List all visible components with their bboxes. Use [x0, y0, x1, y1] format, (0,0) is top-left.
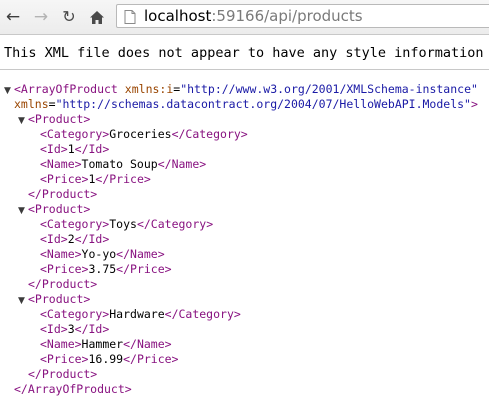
- xml-attr-value: "http://schemas.datacontract.org/2004/07…: [55, 97, 471, 111]
- xml-open-tag: <Category>: [40, 127, 110, 141]
- collapse-triangle-icon[interactable]: ▼: [18, 204, 28, 219]
- xml-close-tag: </ArrayOfProduct>: [14, 382, 132, 396]
- product-category: Hardware: [109, 307, 165, 321]
- xml-category-node: <Category>Groceries</Category>: [40, 127, 248, 142]
- browser-toolbar: ← → ↻ localhost:59166/api/products: [0, 0, 489, 35]
- xml-open-tag: <Price>: [40, 262, 89, 276]
- page-icon: [124, 9, 136, 28]
- xml-no-style-notice: This XML file does not appear to have an…: [4, 45, 489, 61]
- page-content: This XML file does not appear to have an…: [0, 35, 489, 407]
- xml-close-tag: </Product>: [28, 367, 98, 381]
- xml-root-tag-end: >: [470, 97, 478, 111]
- product-price: 3.75: [88, 262, 117, 276]
- xml-open-tag: <Category>: [40, 217, 110, 231]
- product-category: Toys: [109, 217, 137, 231]
- xml-close-tag: </Name>: [123, 337, 172, 351]
- product-id: 3: [67, 322, 75, 336]
- xml-close-tag: </Category>: [171, 127, 248, 141]
- xml-open-tag: <Product>: [28, 292, 91, 306]
- xml-id-node: <Id>1</Id>: [40, 142, 109, 157]
- xml-attr-value: "http://www.w3.org/2001/XMLSchema-instan…: [180, 82, 478, 96]
- xml-root-close: </ArrayOfProduct>: [14, 382, 132, 397]
- address-bar[interactable]: localhost:59166/api/products: [116, 4, 489, 28]
- xml-category-node: <Category>Toys</Category>: [40, 217, 213, 232]
- product-price: 16.99: [88, 352, 124, 366]
- url-path: :59166/api/products: [211, 7, 363, 25]
- xml-open-tag: <Name>: [40, 337, 82, 351]
- xml-open-tag: <Product>: [28, 112, 91, 126]
- forward-arrow-icon[interactable]: →: [30, 6, 52, 28]
- xml-open-tag: <Name>: [40, 157, 82, 171]
- xml-open-tag: <Id>: [40, 322, 68, 336]
- xml-product-close: </Product>: [28, 367, 97, 382]
- product-id: 1: [67, 142, 75, 156]
- xml-open-tag: <Price>: [40, 352, 89, 366]
- xml-close-tag: </Product>: [28, 187, 98, 201]
- xml-root-open[interactable]: ▼ <ArrayOfProduct xmlns:i="http://www.w3.…: [4, 82, 478, 97]
- xml-close-tag: </Price>: [116, 262, 172, 276]
- xml-root-ns-line: xmlns="http://schemas.datacontract.org/2…: [14, 97, 478, 112]
- xml-close-tag: </Product>: [28, 277, 98, 291]
- reload-icon[interactable]: ↻: [58, 6, 80, 28]
- xml-close-tag: </Price>: [95, 172, 151, 186]
- xml-open-tag: <Price>: [40, 172, 89, 186]
- xml-close-tag: </Price>: [123, 352, 179, 366]
- xml-product-open[interactable]: ▼ <Product>: [18, 202, 90, 217]
- xml-close-tag: </Id>: [74, 142, 110, 156]
- collapse-triangle-icon[interactable]: ▼: [18, 114, 28, 129]
- xml-close-tag: </Name>: [157, 157, 207, 171]
- xml-close-tag: </Id>: [74, 322, 110, 336]
- xml-product-open[interactable]: ▼ <Product>: [18, 292, 90, 307]
- collapse-triangle-icon[interactable]: ▼: [18, 294, 28, 309]
- xml-attr-name: xmlns: [14, 97, 49, 111]
- xml-attr-name: xmlns:i: [124, 82, 174, 96]
- product-name: Yo-yo: [81, 247, 117, 261]
- xml-close-tag: </Name>: [116, 247, 165, 261]
- xml-name-node: <Name>Hammer</Name>: [40, 337, 172, 352]
- xml-id-node: <Id>2</Id>: [40, 232, 109, 247]
- xml-price-node: <Price>3.75</Price>: [40, 262, 172, 277]
- xml-price-node: <Price>16.99</Price>: [40, 352, 178, 367]
- notice-divider: [0, 69, 489, 70]
- xml-product-open[interactable]: ▼ <Product>: [18, 112, 90, 127]
- xml-category-node: <Category>Hardware</Category>: [40, 307, 241, 322]
- home-icon[interactable]: [86, 6, 108, 28]
- back-arrow-icon[interactable]: ←: [2, 6, 24, 28]
- xml-close-tag: </Category>: [136, 217, 214, 231]
- xml-id-node: <Id>3</Id>: [40, 322, 109, 337]
- xml-price-node: <Price>1</Price>: [40, 172, 151, 187]
- xml-open-tag: <Id>: [40, 232, 68, 246]
- xml-close-tag: </Id>: [74, 232, 110, 246]
- xml-open-tag: <Id>: [40, 142, 68, 156]
- url-host: localhost: [144, 7, 212, 25]
- xml-name-node: <Name>Tomato Soup</Name>: [40, 157, 206, 172]
- product-name: Hammer: [81, 337, 124, 351]
- url-text: localhost:59166/api/products: [144, 7, 363, 25]
- xml-product-close: </Product>: [28, 277, 97, 292]
- xml-close-tag: </Category>: [164, 307, 241, 321]
- xml-open-tag: <Name>: [40, 247, 82, 261]
- product-id: 2: [67, 232, 75, 246]
- product-category: Groceries: [109, 127, 172, 141]
- xml-open-tag: <Category>: [40, 307, 110, 321]
- xml-name-node: <Name>Yo-yo</Name>: [40, 247, 165, 262]
- xml-open-tag: <Product>: [28, 202, 91, 216]
- xml-product-close: </Product>: [28, 187, 97, 202]
- collapse-triangle-icon[interactable]: ▼: [4, 84, 14, 99]
- product-name: Tomato Soup: [81, 157, 158, 171]
- equals: =: [48, 97, 56, 111]
- xml-root-tag: <ArrayOfProduct: [14, 82, 118, 96]
